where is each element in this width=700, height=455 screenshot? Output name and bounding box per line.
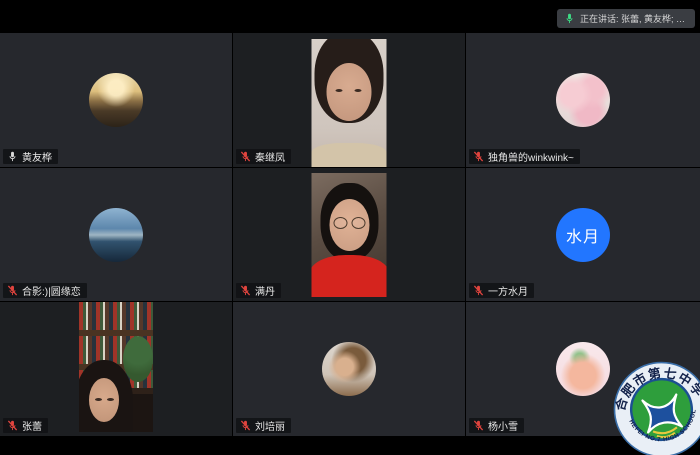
participant-name-label: 杨小雪 xyxy=(469,418,524,433)
participant-name-label: 秦继凤 xyxy=(236,149,291,164)
participant-grid: 黄友桦 秦继凤 独角兽的winkwink~ xyxy=(0,33,700,436)
participant-name: 合影:)|圆缘恋 xyxy=(22,283,81,298)
meeting-window: { "top_bar": { "speaking_indicator": "正在… xyxy=(0,0,700,455)
avatar-initials-text: 水月 xyxy=(566,223,600,247)
participant-tile[interactable]: 张蕾 xyxy=(0,302,232,436)
avatar xyxy=(89,208,143,262)
participant-name: 杨小雪 xyxy=(488,418,518,433)
participant-name: 一方水月 xyxy=(488,283,528,298)
participant-name: 张蕾 xyxy=(22,418,42,433)
participant-name: 独角兽的winkwink~ xyxy=(488,149,574,164)
participant-tile[interactable]: 满丹 xyxy=(233,168,465,301)
mic-muted-icon xyxy=(240,420,251,431)
school-logo-badge: 合肥市第七中学 HEFEI NO.7 HIGH SCHOOL xyxy=(605,353,700,455)
mic-muted-icon xyxy=(7,420,18,431)
mic-muted-icon xyxy=(240,285,251,296)
participant-tile[interactable]: 水月 一方水月 xyxy=(466,168,700,301)
participant-tile[interactable]: 秦继凤 xyxy=(233,33,465,167)
video-feed xyxy=(312,39,387,167)
participant-name-label: 黄友桦 xyxy=(3,149,58,164)
participant-name: 刘培丽 xyxy=(255,418,285,433)
participant-name-label: 张蕾 xyxy=(3,418,48,433)
top-bar: 正在讲话: 张蕾, 黄友桦; 刘培丽... xyxy=(0,0,700,33)
avatar: 水月 xyxy=(556,208,610,262)
video-feed xyxy=(79,302,153,432)
participant-tile[interactable]: 刘培丽 xyxy=(233,302,465,436)
mic-active-icon xyxy=(564,13,575,24)
avatar xyxy=(89,73,143,127)
speaking-indicator-text: 正在讲话: 张蕾, 黄友桦; 刘培丽... xyxy=(580,12,688,25)
speaking-indicator-badge: 正在讲话: 张蕾, 黄友桦; 刘培丽... xyxy=(557,9,695,28)
participant-name: 黄友桦 xyxy=(22,149,52,164)
mic-muted-icon xyxy=(240,151,251,162)
participant-tile[interactable]: 独角兽的winkwink~ xyxy=(466,33,700,167)
participant-name-label: 独角兽的winkwink~ xyxy=(469,149,580,164)
participant-name-label: 满丹 xyxy=(236,283,281,298)
participant-name-label: 一方水月 xyxy=(469,283,534,298)
mic-muted-icon xyxy=(473,420,484,431)
avatar xyxy=(556,342,610,396)
mic-muted-icon xyxy=(473,151,484,162)
mic-muted-icon xyxy=(473,285,484,296)
participant-name-label: 合影:)|圆缘恋 xyxy=(3,283,87,298)
avatar xyxy=(322,342,376,396)
participant-name: 满丹 xyxy=(255,283,275,298)
participant-name: 秦继凤 xyxy=(255,149,285,164)
participant-name-label: 刘培丽 xyxy=(236,418,291,433)
avatar xyxy=(556,73,610,127)
participant-tile[interactable]: 黄友桦 xyxy=(0,33,232,167)
participant-tile[interactable]: 合影:)|圆缘恋 xyxy=(0,168,232,301)
mic-muted-icon xyxy=(7,285,18,296)
mic-on-icon xyxy=(7,151,18,162)
video-feed xyxy=(312,173,387,297)
